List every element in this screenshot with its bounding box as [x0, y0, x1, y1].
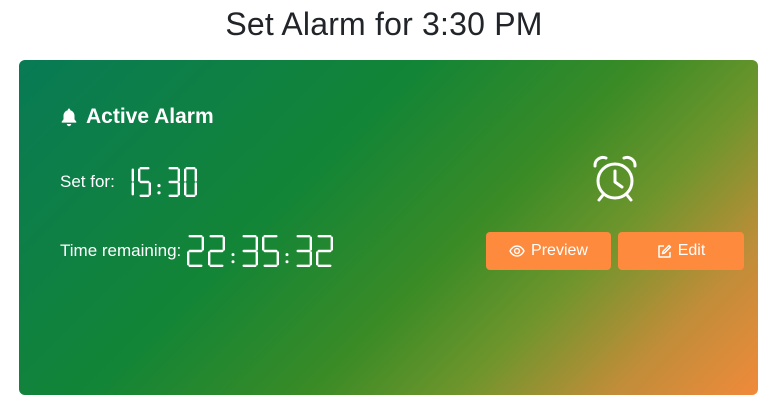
set-for-time: [121, 164, 201, 200]
digit-2: [187, 235, 205, 267]
digit-2: [316, 235, 334, 267]
digit-5: [262, 235, 280, 267]
edit-icon: [657, 244, 671, 258]
set-for-label: Set for:: [60, 172, 115, 191]
digit-2: [208, 235, 226, 267]
page-title: Set Alarm for 3:30 PM: [225, 6, 543, 42]
card-title: Active Alarm: [86, 105, 214, 128]
preview-button-label: Preview: [531, 242, 588, 259]
digit-3: [242, 235, 259, 267]
time-remaining-row: Time remaining:: [60, 233, 337, 269]
bell-icon: [61, 108, 77, 127]
colon-separator: [157, 184, 161, 195]
time-remaining-label: Time remaining:: [60, 241, 182, 260]
edit-button[interactable]: Edit: [618, 232, 744, 270]
card-header: Active Alarm: [60, 105, 214, 129]
digit-0: [183, 167, 197, 197]
eye-icon: [509, 245, 525, 257]
set-for-row: Set for:: [60, 164, 201, 200]
digit-3: [168, 167, 180, 197]
active-alarm-card: Active Alarm Set for: Time remaining: Pr…: [19, 60, 758, 395]
colon-separator: [231, 253, 235, 264]
digit-3: [296, 235, 313, 267]
time-remaining-value: [187, 233, 337, 269]
edit-button-label: Edit: [677, 242, 706, 259]
digit-5: [137, 167, 151, 197]
alarm-clock-icon: [593, 155, 637, 202]
digit-1: [131, 168, 134, 196]
preview-button[interactable]: Preview: [486, 232, 611, 270]
colon-separator: [285, 253, 289, 264]
